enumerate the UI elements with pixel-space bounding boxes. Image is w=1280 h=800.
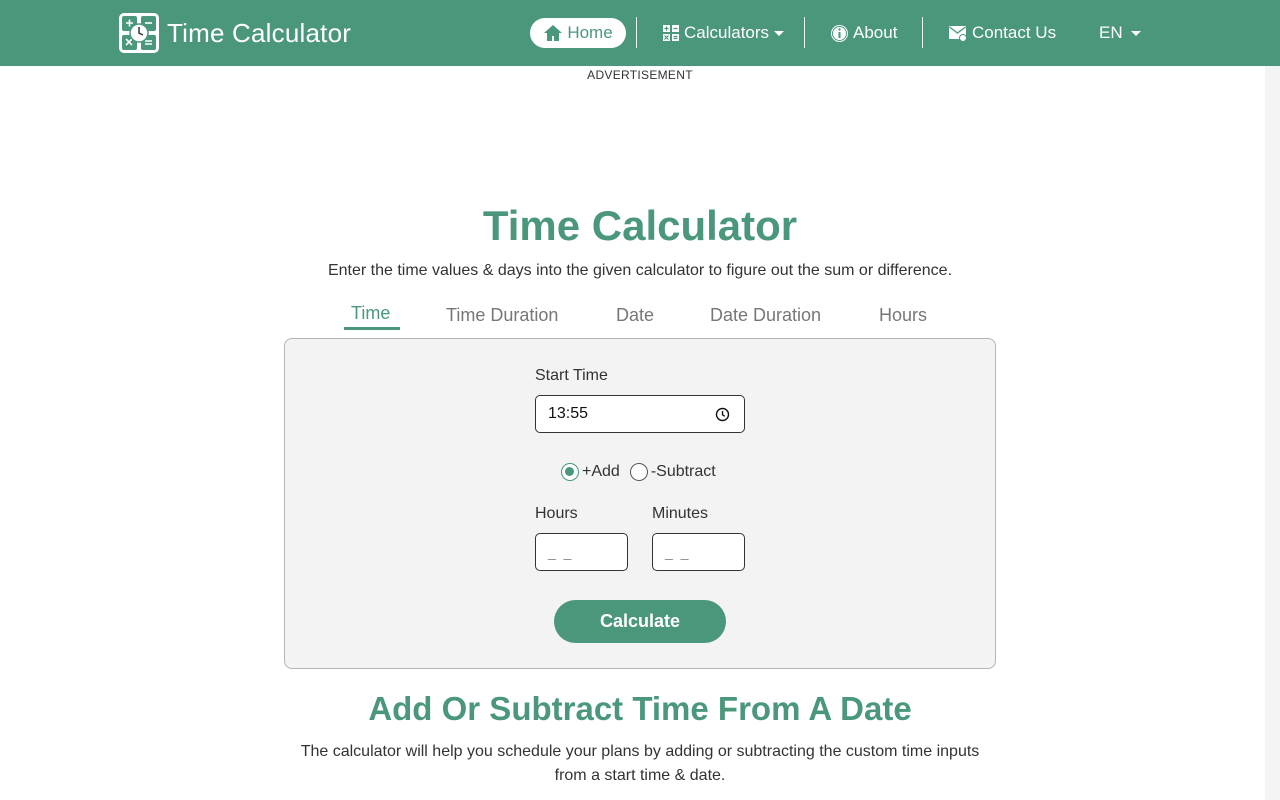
tab-time-duration[interactable]: Time Duration — [446, 305, 558, 326]
tab-date[interactable]: Date — [616, 305, 654, 326]
minutes-input[interactable]: _ _ — [652, 533, 745, 571]
nav-calculators-label: Calculators — [684, 23, 770, 42]
nav-divider — [922, 17, 923, 48]
subtract-radio-label[interactable]: -Subtract — [651, 463, 716, 481]
nav-about-label: About — [853, 23, 898, 42]
nav-about[interactable]: About — [830, 18, 897, 48]
start-time-input[interactable]: 13:55 — [535, 395, 745, 433]
start-time-value: 13:55 — [548, 405, 589, 422]
hours-input[interactable]: _ _ — [535, 533, 628, 571]
nav-contact-label: Contact Us — [972, 23, 1057, 42]
nav-home-label: Home — [567, 23, 613, 42]
hours-placeholder: _ _ — [548, 544, 574, 560]
language-dropdown[interactable]: EN — [1099, 18, 1141, 48]
calculator-grid-icon — [662, 24, 680, 42]
add-radio-label[interactable]: +Add — [582, 463, 620, 481]
page-subtitle: Enter the time values & days into the gi… — [327, 262, 953, 279]
add-radio[interactable] — [561, 463, 579, 481]
tab-time[interactable]: Time — [351, 303, 390, 324]
section-text: The calculator will help you schedule yo… — [300, 743, 980, 784]
calculator-clock-logo-icon — [119, 13, 159, 53]
advertisement-label: ADVERTISEMENT — [587, 68, 693, 82]
section-title: Add Or Subtract Time From A Date — [368, 690, 912, 727]
minutes-label: Minutes — [652, 505, 709, 522]
calculate-button[interactable]: Calculate — [554, 600, 726, 643]
page-title: Time Calculator — [482, 202, 798, 249]
chevron-down-icon — [774, 30, 785, 36]
info-icon — [830, 24, 849, 43]
nav-calculators-dropdown[interactable]: Calculators — [662, 18, 785, 48]
subtract-radio[interactable] — [629, 463, 648, 481]
brand-name: Time Calculator — [167, 17, 352, 48]
language-label: EN — [1099, 23, 1123, 42]
active-tab-indicator — [344, 327, 400, 330]
nav-divider — [636, 17, 637, 48]
top-navbar: Time Calculator Home Calculators About C… — [0, 0, 1280, 66]
tab-hours[interactable]: Hours — [879, 305, 927, 326]
start-time-label: Start Time — [535, 367, 608, 384]
envelope-icon — [948, 24, 968, 42]
tab-date-duration[interactable]: Date Duration — [710, 305, 821, 326]
time-calculator-form: Start Time 13:55 +Add -Subtract Hours Mi… — [284, 338, 996, 669]
nav-divider — [804, 17, 805, 48]
chevron-down-icon — [1130, 30, 1141, 36]
calculator-tabs: Time Time Duration Date Date Duration Ho… — [0, 303, 1280, 333]
hours-label: Hours — [535, 505, 578, 522]
minutes-placeholder: _ _ — [665, 544, 691, 560]
nav-home[interactable]: Home — [530, 18, 626, 48]
operation-radio-group: +Add -Subtract — [561, 463, 726, 481]
nav-contact[interactable]: Contact Us — [948, 18, 1056, 48]
home-icon — [544, 25, 563, 41]
clock-icon[interactable] — [715, 407, 730, 422]
brand[interactable]: Time Calculator — [119, 13, 351, 53]
